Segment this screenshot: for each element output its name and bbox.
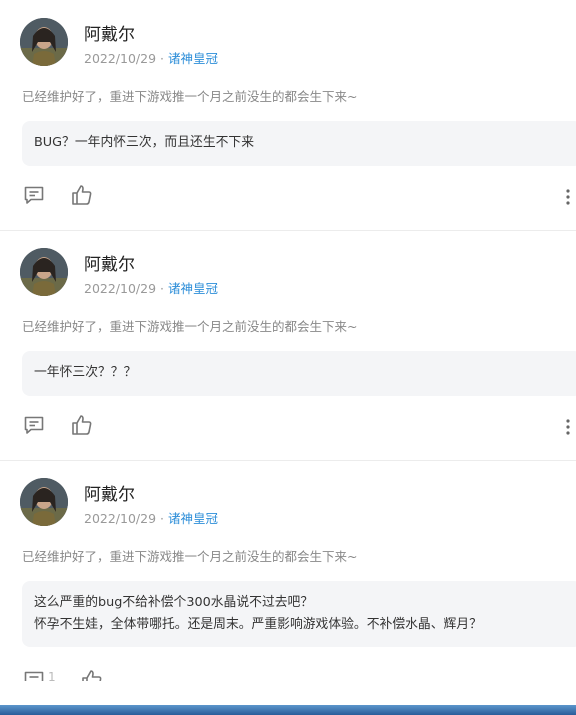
avatar[interactable] (20, 18, 68, 66)
post-meta: 2022/10/29 · 诸神皇冠 (84, 508, 218, 527)
meta-separator: · (156, 281, 168, 296)
post-card: 阿戴尔 2022/10/29 · 诸神皇冠 已经维护好了，重进下游戏推一个月之前… (0, 230, 576, 460)
thumbs-up-icon[interactable] (80, 668, 104, 681)
group-link[interactable]: 诸神皇冠 (168, 51, 218, 66)
post-card: 阿戴尔 2022/10/29 · 诸神皇冠 已经维护好了，重进下游戏推一个月之前… (0, 0, 576, 230)
comment-icon[interactable] (22, 668, 46, 681)
reply-line: 这么严重的bug不给补偿个300水晶说不过去吧？ (34, 595, 314, 610)
thumbs-up-icon[interactable] (70, 183, 94, 207)
avatar[interactable] (20, 248, 68, 296)
comment-count: 1 (48, 670, 56, 681)
thumbs-up-icon[interactable] (70, 413, 94, 437)
more-vertical-icon[interactable] (563, 187, 573, 207)
reply-quote: BUG？一年内怀三次，而且还生不下来 (22, 121, 576, 166)
post-date: 2022/10/29 (84, 51, 157, 66)
reply-line: 一年怀三次？？？ (34, 365, 137, 380)
meta-separator: · (156, 511, 168, 526)
post-date: 2022/10/29 (84, 281, 157, 296)
author-name[interactable]: 阿戴尔 (84, 250, 135, 275)
reply-line: BUG？一年内怀三次，而且还生不下来 (34, 135, 255, 150)
author-name[interactable]: 阿戴尔 (84, 20, 135, 45)
post-meta: 2022/10/29 · 诸神皇冠 (84, 278, 218, 297)
post-date: 2022/10/29 (84, 511, 157, 526)
post-meta: 2022/10/29 · 诸神皇冠 (84, 48, 218, 67)
comment-icon[interactable] (22, 183, 46, 207)
more-vertical-icon[interactable] (563, 417, 573, 437)
reply-line: 怀孕不生娃，全体带哪托。还是周末。严重影响游戏体验。不补偿水晶、辉月？ (34, 617, 482, 632)
post-body: 已经维护好了，重进下游戏推一个月之前没生的都会生下来~ (22, 89, 358, 104)
author-name[interactable]: 阿戴尔 (84, 480, 135, 505)
meta-separator: · (156, 51, 168, 66)
post-body: 已经维护好了，重进下游戏推一个月之前没生的都会生下来~ (22, 319, 358, 334)
group-link[interactable]: 诸神皇冠 (168, 281, 218, 296)
comment-icon[interactable] (22, 413, 46, 437)
taskbar-strip (0, 705, 576, 715)
reply-quote: 这么严重的bug不给补偿个300水晶说不过去吧？ 怀孕不生娃，全体带哪托。还是周… (22, 581, 576, 647)
post-body: 已经维护好了，重进下游戏推一个月之前没生的都会生下来~ (22, 549, 358, 564)
reply-quote: 一年怀三次？？？ (22, 351, 576, 396)
avatar[interactable] (20, 478, 68, 526)
group-link[interactable]: 诸神皇冠 (168, 511, 218, 526)
post-card: 阿戴尔 2022/10/29 · 诸神皇冠 已经维护好了，重进下游戏推一个月之前… (0, 460, 576, 681)
